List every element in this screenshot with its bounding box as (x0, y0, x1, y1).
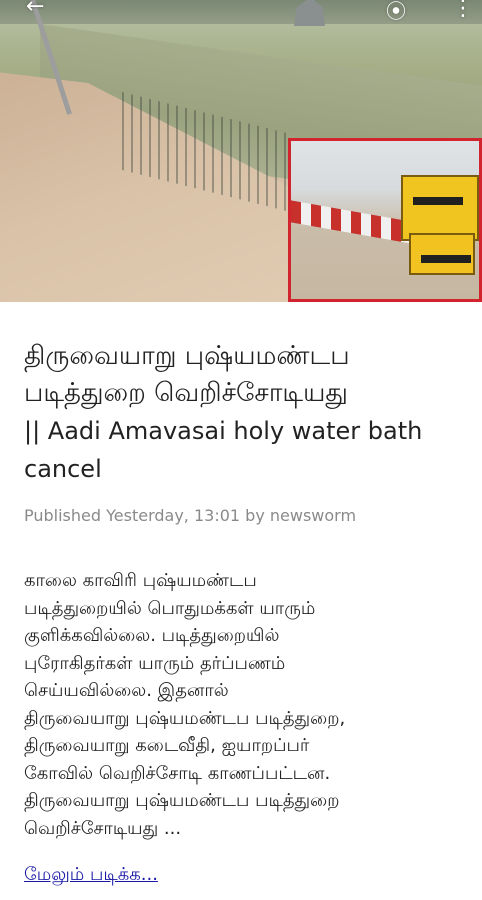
article-hero-image (0, 0, 482, 302)
article-meta: Published Yesterday, 13:01 by newsworm (24, 506, 357, 525)
yellow-sign-board (401, 175, 479, 241)
title-line: திருவையாறு புஷ்யமண்டப (24, 341, 350, 371)
title-line: cancel (24, 455, 102, 483)
article-content: திருவையாறு புஷ்யமண்டப படித்துறை வெறிச்சோ… (24, 338, 464, 842)
inset-photo (288, 138, 482, 302)
share-icon[interactable]: ⦿ (386, 0, 406, 22)
yellow-sign-board-small (409, 233, 475, 275)
read-more-link[interactable]: மேலும் படிக்க... (24, 864, 158, 887)
barricade (291, 200, 411, 244)
article-title: திருவையாறு புஷ்யமண்டப படித்துறை வெறிச்சோ… (24, 338, 464, 488)
article-body: காலை காவிரி புஷ்யமண்டப படித்துறையில் பொத… (24, 570, 346, 839)
more-vertical-icon[interactable]: ⋮ (452, 0, 474, 20)
title-line: படித்துறை வெறிச்சோடியது (24, 378, 348, 408)
background-trees (0, 0, 482, 24)
title-line: || Aadi Amavasai holy water bath (24, 417, 423, 445)
arrow-left-icon[interactable]: ← (26, 0, 44, 18)
